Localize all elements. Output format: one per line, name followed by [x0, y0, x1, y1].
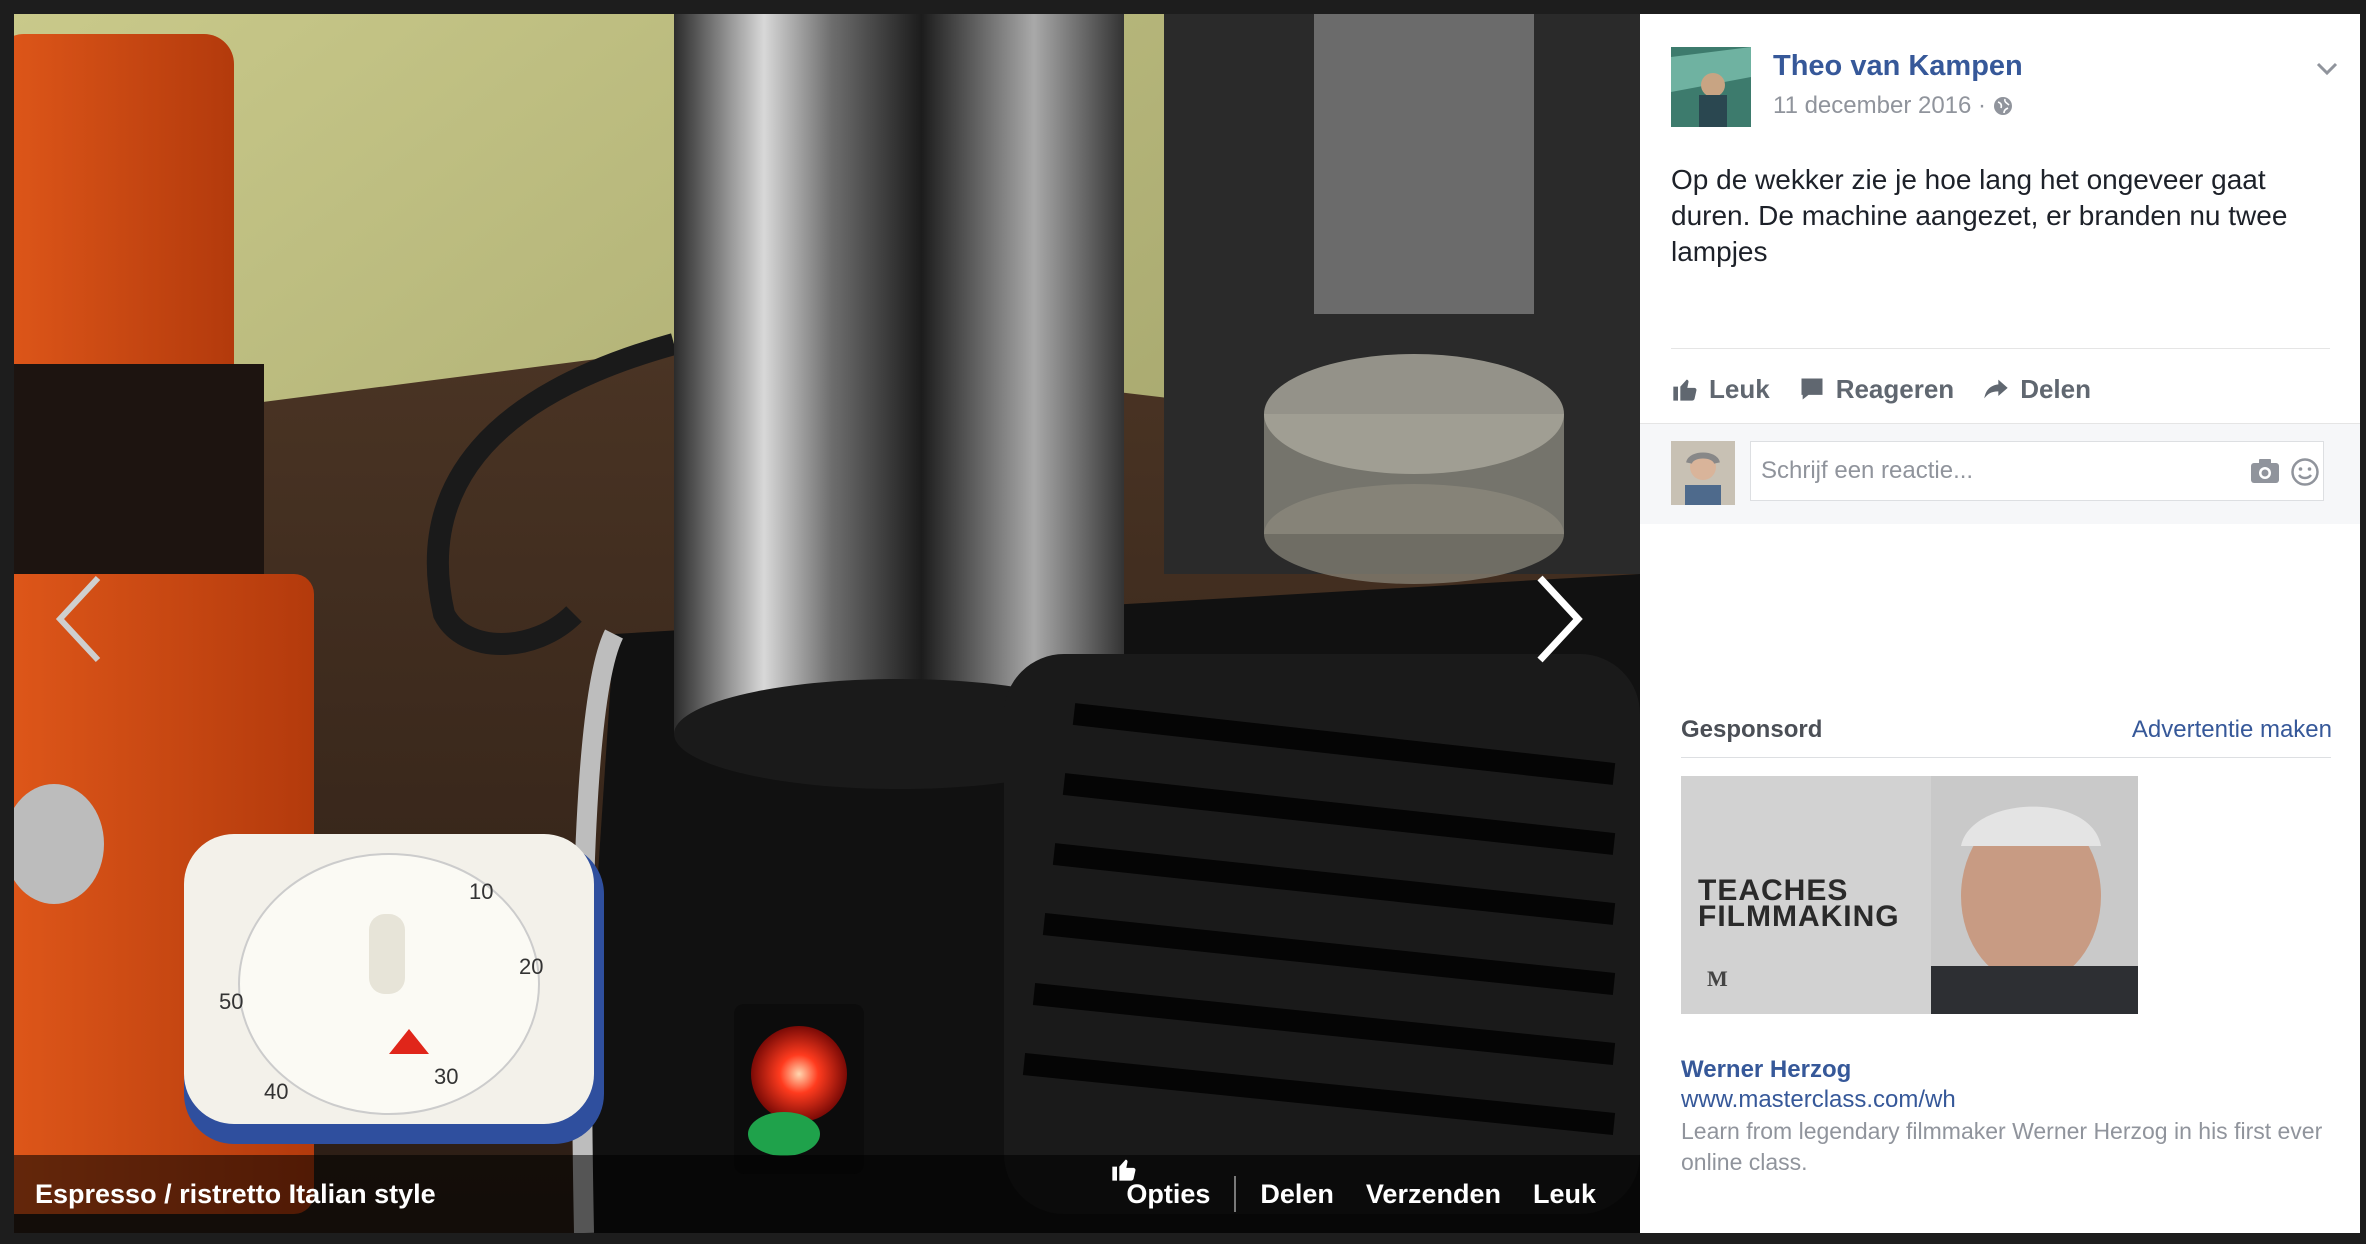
globe-icon — [1994, 97, 2013, 115]
photo-like-button[interactable]: Leuk — [1112, 1159, 1612, 1210]
ad-image-text: TEACHES FILMMAKING — [1698, 876, 1900, 933]
post-text: Op de wekker zie je hoe lang het ongevee… — [1671, 164, 2288, 267]
post-date[interactable]: 11 december 2016 · — [1773, 92, 2014, 120]
photo-share-button[interactable]: Delen — [1244, 1179, 1350, 1210]
photo-caption: Espresso / ristretto Italian style — [35, 1179, 436, 1209]
ad-title[interactable]: Werner Herzog — [1681, 1056, 1851, 1084]
espresso-photo: 10 20 30 40 50 — [14, 14, 1640, 1233]
share-label: Delen — [2020, 373, 2091, 404]
camera-icon[interactable] — [2250, 458, 2280, 484]
photo-actions: Opties Delen Verzenden Leuk — [1110, 1155, 1612, 1233]
thumbs-up-icon — [1673, 379, 1697, 401]
timer-mark-40: 40 — [264, 1079, 288, 1104]
timer-mark-30: 30 — [434, 1064, 458, 1089]
comment-icon — [1801, 378, 1823, 400]
like-label: Leuk — [1709, 373, 1770, 404]
photo-caption-bar: Espresso / ristretto Italian style Optie… — [14, 1155, 1640, 1233]
send-button[interactable]: Verzenden — [1350, 1179, 1517, 1210]
user-avatar-image — [1671, 441, 1735, 505]
create-ad-link[interactable]: Advertentie maken — [2132, 716, 2332, 744]
post-menu-button[interactable] — [2312, 54, 2342, 84]
current-user-avatar — [1671, 441, 1735, 505]
options-button[interactable]: Opties — [1110, 1179, 1226, 1210]
ad-image-line2: FILMMAKING — [1698, 900, 1900, 933]
comment-input[interactable] — [1750, 441, 2324, 501]
ad-url[interactable]: www.masterclass.com/wh — [1681, 1086, 1956, 1114]
kitchen-timer: 10 20 30 40 50 — [184, 834, 604, 1144]
sponsored-heading: Gesponsord — [1681, 716, 1823, 743]
post-date-text: 11 december 2016 · — [1773, 92, 1987, 119]
next-photo-button[interactable] — [1534, 574, 1604, 704]
ad-image[interactable]: TEACHES FILMMAKING M — [1681, 776, 2138, 1014]
caption-divider — [1234, 1176, 1237, 1212]
author-name[interactable]: Theo van Kampen — [1773, 50, 2023, 83]
comment-composer — [1640, 423, 2360, 524]
photo-theater: 10 20 30 40 50 Espresso / ristretto Ital… — [14, 14, 2360, 1233]
previous-photo-button[interactable] — [54, 574, 124, 704]
chevron-left-icon — [55, 575, 101, 663]
sponsored-divider — [1681, 757, 2331, 758]
ad-description: Learn from legendary filmmaker Werner He… — [1681, 1118, 2323, 1175]
divider — [1671, 348, 2330, 349]
avatar-image — [1671, 47, 1751, 127]
masterclass-logo: M — [1707, 966, 1728, 991]
author-avatar[interactable] — [1671, 47, 1751, 127]
thumbs-up-icon — [1112, 1159, 1136, 1181]
post-actions: Leuk Reageren Delen — [1671, 364, 2119, 414]
post-sidebar: Theo van Kampen 11 december 2016 · Op de… — [1640, 14, 2360, 1233]
photo-viewer[interactable]: 10 20 30 40 50 Espresso / ristretto Ital… — [14, 14, 1640, 1233]
share-icon — [1984, 379, 2008, 399]
photo-like-label: Leuk — [1532, 1178, 1596, 1209]
comment-button[interactable]: Reageren — [1798, 373, 1955, 405]
timer-mark-10: 10 — [469, 879, 493, 904]
emoji-icon[interactable] — [2290, 457, 2320, 487]
timer-mark-20: 20 — [519, 954, 543, 979]
like-button[interactable]: Leuk — [1671, 374, 1770, 405]
share-button[interactable]: Delen — [1982, 374, 2091, 405]
timer-mark-50: 50 — [219, 989, 243, 1014]
chevron-right-icon — [1537, 575, 1583, 663]
chevron-down-icon — [2316, 62, 2338, 76]
comment-label: Reageren — [1835, 373, 1955, 404]
